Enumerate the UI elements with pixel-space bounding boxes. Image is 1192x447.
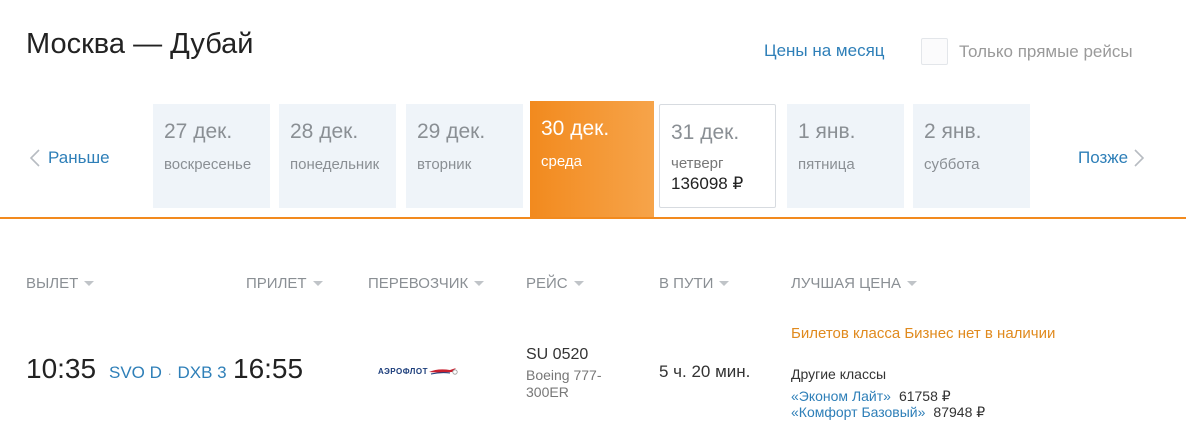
weekday-label: пятница [798,156,855,173]
sort-duration[interactable]: В ПУТИ [659,275,730,292]
fare-option[interactable]: «Эконом Лайт» 61758 ₽ [791,388,951,405]
date-cell-2-jan[interactable]: 2 янв. суббота [913,104,1030,208]
date-cell-1-jan[interactable]: 1 янв. пятница [787,104,904,208]
page-title: Москва — Дубай [26,28,254,60]
origin-airport[interactable]: SVO D [109,363,162,382]
column-duration-label: В ПУТИ [659,275,714,292]
fare-price: 61758 ₽ [898,388,951,404]
later-button[interactable]: Позже [1078,148,1145,168]
date-cell-31-dec[interactable]: 31 дек. четверг 136098 ₽ [659,104,776,208]
fare-name-link[interactable]: «Комфорт Базовый» [791,404,925,421]
sort-caret-icon [907,281,918,286]
date-label: 27 дек. [164,120,233,143]
sort-caret-icon [84,281,95,286]
direct-only-checkbox[interactable] [921,38,948,65]
sort-flight[interactable]: РЕЙС [526,275,584,292]
sort-carrier[interactable]: ПЕРЕВОЗЧИК [368,275,485,292]
date-price: 136098 ₽ [671,174,744,193]
weekday-label: воскресенье [164,156,252,173]
earlier-label: Раньше [48,148,110,167]
weekday-label: суббота [924,156,980,173]
date-cell-30-dec-selected[interactable]: 30 дек. среда [530,101,654,219]
date-label: 2 янв. [924,120,982,143]
route-separator: · [163,366,176,381]
departure-time: 10:35 [26,353,97,384]
route-airports[interactable]: SVO D · DXB 3 [109,363,227,383]
sort-caret-icon [312,281,323,286]
earlier-button[interactable]: Раньше [30,148,110,168]
sort-caret-icon [474,281,485,286]
month-prices-link[interactable]: Цены на месяц [764,41,885,61]
sort-arrival[interactable]: ПРИЛЕТ [246,275,323,292]
sort-caret-icon [573,281,584,286]
business-unavailable-notice: Билетов класса Бизнес нет в наличии [791,325,1056,342]
sort-best-price[interactable]: ЛУЧШАЯ ЦЕНА [791,275,918,292]
airline-wing-icon [428,368,458,375]
direct-only-filter[interactable]: Только прямые рейсы [921,38,1133,65]
date-label: 30 дек. [541,117,610,140]
weekday-label: среда [541,153,582,170]
date-label: 1 янв. [798,120,856,143]
date-label: 28 дек. [290,120,359,143]
sort-departure[interactable]: ВЫЛЕТ [26,275,95,292]
fare-name-link[interactable]: «Эконом Лайт» [791,388,891,405]
date-cell-29-dec[interactable]: 29 дек. вторник [406,104,523,208]
aircraft-type: Boeing 777-300ER [526,367,602,400]
destination-airport[interactable]: DXB 3 [177,363,226,382]
chevron-left-icon [30,149,40,167]
weekday-label: вторник [417,156,472,173]
airline-logo-text: АЭРОФЛОТ [378,366,428,376]
flight-duration: 5 ч. 20 мин. [659,362,751,381]
column-departure-label: ВЫЛЕТ [26,275,79,292]
weekday-label: четверг [671,155,724,172]
fare-price: 87948 ₽ [933,404,986,420]
date-label: 29 дек. [417,120,486,143]
other-classes-label: Другие классы [791,366,887,382]
arrival-time: 16:55 [233,353,304,384]
fare-option[interactable]: «Комфорт Базовый» 87948 ₽ [791,404,985,421]
flight-number: SU 0520 [526,346,589,363]
direct-only-label[interactable]: Только прямые рейсы [959,42,1133,62]
sort-caret-icon [719,281,730,286]
weekday-label: понедельник [290,156,380,173]
later-label: Позже [1078,148,1129,167]
date-cell-28-dec[interactable]: 28 дек. понедельник [279,104,396,208]
column-flight-label: РЕЙС [526,275,568,292]
column-carrier-label: ПЕРЕВОЗЧИК [368,275,469,292]
column-best-price-label: ЛУЧШАЯ ЦЕНА [791,275,902,292]
chevron-right-icon [1134,149,1145,167]
date-label: 31 дек. [671,121,740,144]
column-arrival-label: ПРИЛЕТ [246,275,307,292]
date-cell-27-dec[interactable]: 27 дек. воскресенье [153,104,270,208]
airline-logo: АЭРОФЛОТ [378,366,458,376]
selected-date-divider [0,217,1186,219]
